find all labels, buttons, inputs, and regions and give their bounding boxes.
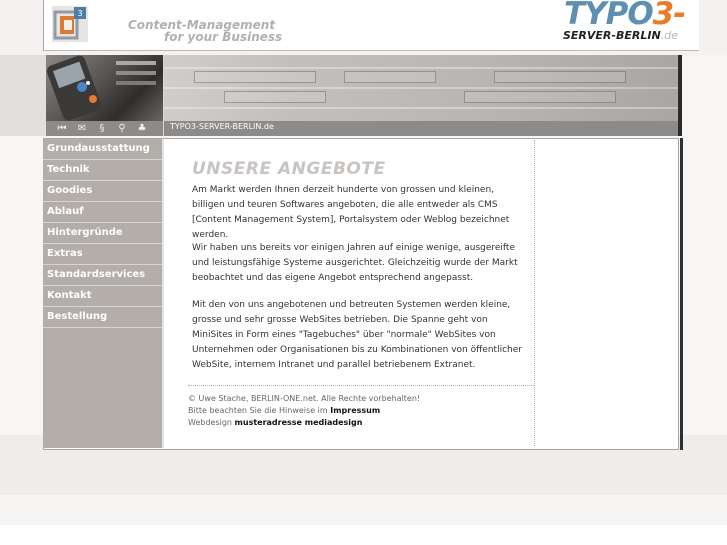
sidebar-item-hintergruende[interactable]: Hintergründe	[43, 223, 162, 244]
rack-slot	[224, 91, 326, 103]
rack-slot	[464, 91, 616, 103]
rack-slot	[344, 71, 436, 83]
webdesign-credit: Webdesign musteradresse mediadesign	[188, 417, 420, 429]
rack-slot	[494, 71, 626, 83]
logo-icon[interactable]: 3	[52, 6, 88, 42]
sidebar-item-goodies[interactable]: Goodies	[43, 181, 162, 202]
banner-shadow-edge	[678, 55, 682, 136]
impressum-notice: Bitte beachten Sie die Hinweise im Impre…	[188, 405, 420, 417]
brand-dash: -	[673, 0, 686, 32]
url-strip: TYPO3-SERVER-BERLIN.de	[164, 121, 678, 136]
frame-shadow	[680, 138, 683, 450]
page-footer: © Uwe Stache, BERLIN-ONE.net. Alle Recht…	[188, 393, 420, 429]
brand-server-name: SERVER-BERLIN	[563, 29, 661, 42]
banner-photo-device	[46, 55, 163, 125]
systems-paragraph: Mit den von uns angebotenen und betreute…	[192, 300, 522, 370]
site-header: 3 Content-Management for your Business T…	[43, 0, 699, 51]
brand-server-label: SERVER-BERLIN.de	[563, 29, 678, 42]
brand-three: 3	[652, 0, 675, 32]
quick-icon-bar: ⏮ ✉ § ⚲ ♣	[46, 121, 163, 136]
rack-line	[164, 107, 678, 109]
mail-icon[interactable]: ✉	[72, 121, 92, 136]
intro-paragraph: Am Markt werden Ihnen derzeit hunderte v…	[192, 185, 510, 240]
sidebar-item-technik[interactable]: Technik	[43, 160, 162, 181]
main-content: UNSERE ANGEBOTE Am Markt werden Ihnen de…	[164, 139, 534, 448]
svg-text:3: 3	[77, 9, 82, 18]
slogan-line-2: for your Business	[164, 30, 283, 44]
sidebar-item-bestellung[interactable]: Bestellung	[43, 307, 162, 328]
banner-server-rack	[164, 55, 678, 125]
banner-left-panel	[0, 55, 46, 136]
sidebar-item-ablauf[interactable]: Ablauf	[43, 202, 162, 223]
rack-line	[164, 87, 678, 89]
home-icon[interactable]: ⏮	[52, 121, 72, 136]
rack-slot	[194, 71, 316, 83]
impressum-link[interactable]: Impressum	[330, 406, 380, 415]
brand-tld: .de	[660, 29, 678, 42]
device-illustration	[46, 55, 156, 121]
rack-line	[164, 67, 678, 69]
webdesign-prefix: Webdesign	[188, 418, 232, 427]
sidebar-item-grundausstattung[interactable]: Grundausstattung	[43, 139, 162, 160]
header-banner: ⏮ ✉ § ⚲ ♣ TYPO3-SERVER-BERLIN.de	[0, 55, 682, 136]
site-url-label: TYPO3-SERVER-BERLIN.de	[170, 122, 274, 131]
search-icon[interactable]: ⚲	[112, 121, 132, 136]
footer-divider	[188, 385, 534, 386]
brand-logo-text[interactable]: TYPO3-	[564, 0, 686, 32]
page-title: UNSERE ANGEBOTE	[192, 159, 386, 180]
right-aside	[536, 139, 676, 448]
sidebar-item-kontakt[interactable]: Kontakt	[43, 286, 162, 307]
copyright-text: © Uwe Stache, BERLIN-ONE.net. Alle Recht…	[188, 394, 421, 403]
sitemap-icon[interactable]: §	[92, 121, 112, 136]
sidebar-item-extras[interactable]: Extras	[43, 244, 162, 265]
page-background-bottom	[0, 495, 727, 525]
brand-typo: TYPO	[564, 0, 654, 32]
tree-icon[interactable]: ♣	[132, 121, 152, 136]
experience-paragraph: Wir haben uns bereits vor einigen Jahren…	[192, 243, 518, 283]
sidebar-item-standardservices[interactable]: Standardservices	[43, 265, 162, 286]
webdesign-link[interactable]: musteradresse mediadesign	[235, 418, 363, 427]
impressum-prefix: Bitte beachten Sie die Hinweise im	[188, 406, 328, 415]
sidebar-nav: Grundausstattung Technik Goodies Ablauf …	[43, 139, 162, 448]
